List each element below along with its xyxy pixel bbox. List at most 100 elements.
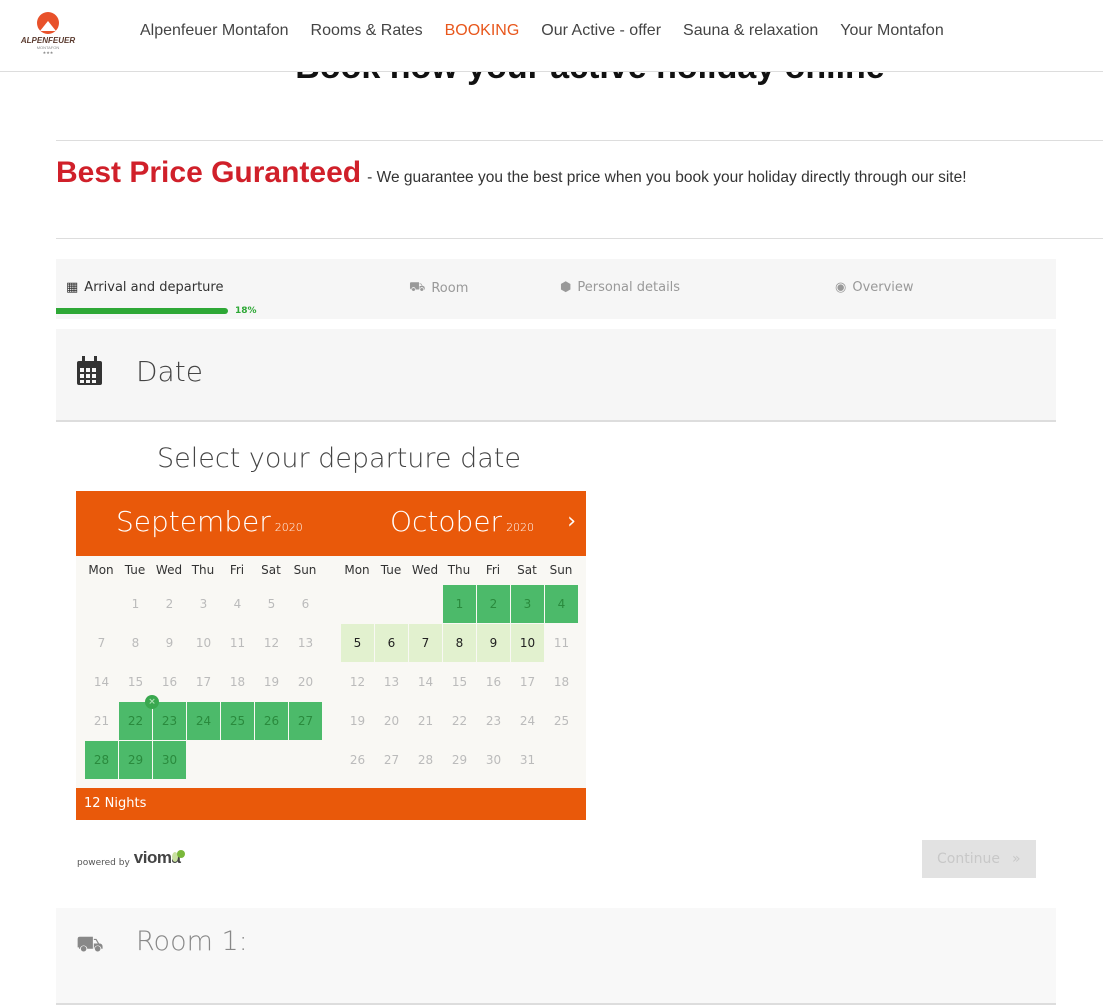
day-cell: 5 xyxy=(267,597,276,611)
day-cell[interactable]: 7 xyxy=(409,624,442,662)
weekday-header: Mon xyxy=(344,563,370,577)
day-cell[interactable]: 5 xyxy=(341,624,374,662)
nav-your-montafon[interactable]: Your Montafon xyxy=(840,22,943,40)
day-cell: 1 xyxy=(131,597,140,611)
day-cell: 28 xyxy=(417,753,434,767)
day-cell: 21 xyxy=(93,714,110,728)
day-cell: 31 xyxy=(519,753,536,767)
progress-label: 18% xyxy=(235,306,257,316)
day-cell[interactable]: 30 xyxy=(153,741,186,779)
day-cell[interactable]: 3 xyxy=(511,585,544,623)
progress-bar xyxy=(56,308,229,314)
logo-stars: ★★★ xyxy=(42,50,54,55)
nav-rooms-rates[interactable]: Rooms & Rates xyxy=(311,22,423,40)
day-cell: 3 xyxy=(199,597,208,611)
weekday-header: Fri xyxy=(229,563,245,577)
calendar-header: September 2020 October 2020 › xyxy=(76,491,586,556)
double-chevron-icon: » xyxy=(1011,851,1021,867)
day-cell: 16 xyxy=(161,675,178,689)
nights-count: 12 Nights xyxy=(76,788,586,820)
day-cell: 4 xyxy=(233,597,242,611)
day-cell: 14 xyxy=(417,675,434,689)
weekday-header: Sun xyxy=(293,563,317,577)
day-cell: 20 xyxy=(383,714,400,728)
day-cell: 24 xyxy=(519,714,536,728)
day-cell[interactable]: 27 xyxy=(289,702,322,740)
day-cell: 11 xyxy=(553,636,570,650)
day-cell: 29 xyxy=(451,753,468,767)
tag-icon: ⬢ xyxy=(560,280,572,295)
weekday-header: Tue xyxy=(124,563,146,577)
weekday-header: Wed xyxy=(155,563,183,577)
best-price-banner: Best Price Guranteed - We guarantee you t… xyxy=(56,156,967,190)
step-personal-details[interactable]: ⬢ Personal details xyxy=(560,280,680,295)
day-cell[interactable]: 25 xyxy=(221,702,254,740)
day-cell[interactable]: 4 xyxy=(545,585,578,623)
nav-active-offer[interactable]: Our Active - offer xyxy=(541,22,661,40)
month-title-october: October 2020 xyxy=(390,505,535,538)
day-cell: 25 xyxy=(553,714,570,728)
day-cell: 20 xyxy=(297,675,314,689)
powered-by-text: powered by xyxy=(77,858,130,868)
select-prompt: Select your departure date xyxy=(157,443,521,474)
step-room[interactable]: ⛟ Room xyxy=(409,280,468,297)
date-section-header: Date xyxy=(56,329,1056,422)
day-cell[interactable]: 24 xyxy=(187,702,220,740)
day-cell: 7 xyxy=(97,636,106,650)
day-cell[interactable]: 2 xyxy=(477,585,510,623)
nav-alpenfeuer-montafon[interactable]: Alpenfeuer Montafon xyxy=(140,22,289,40)
booking-steps: ▦ Arrival and departure ⛟ Room ⬢ Personal d… xyxy=(56,259,1056,319)
day-cell: 12 xyxy=(349,675,366,689)
day-cell: 2 xyxy=(165,597,174,611)
room-section-header: ⛟ Room 1: xyxy=(56,908,1056,1005)
day-cell: 13 xyxy=(383,675,400,689)
day-cell: 18 xyxy=(553,675,570,689)
day-cell[interactable]: 28 xyxy=(85,741,118,779)
day-cell: 19 xyxy=(263,675,280,689)
day-cell[interactable]: 23 xyxy=(153,702,186,740)
day-cell[interactable]: 9 xyxy=(477,624,510,662)
day-cell[interactable]: 29 xyxy=(119,741,152,779)
weekday-header: Sat xyxy=(261,563,281,577)
vioma-leaf-icon xyxy=(172,850,185,862)
day-cell: 26 xyxy=(349,753,366,767)
day-cell[interactable]: 1 xyxy=(443,585,476,623)
calendar-icon: ▦ xyxy=(66,280,79,295)
step-arrival-departure[interactable]: ▦ Arrival and departure xyxy=(66,280,223,295)
day-cell[interactable]: 6 xyxy=(375,624,408,662)
next-month-icon[interactable]: › xyxy=(567,509,576,534)
day-cell: 11 xyxy=(229,636,246,650)
step-label: Room xyxy=(431,281,469,296)
day-cell[interactable]: 10 xyxy=(511,624,544,662)
day-cell: 14 xyxy=(93,675,110,689)
powered-by: powered by vioma xyxy=(77,848,181,868)
best-price-heading: Best Price Guranteed xyxy=(56,156,362,189)
day-cell: 8 xyxy=(131,636,140,650)
day-cell: 16 xyxy=(485,675,502,689)
step-overview[interactable]: ◉ Overview xyxy=(835,280,914,295)
weekday-header: Fri xyxy=(485,563,501,577)
day-cell: 6 xyxy=(301,597,310,611)
site-header: ALPENFEUER MONTAFON ★★★ Alpenfeuer Monta… xyxy=(0,0,1103,72)
nav-sauna[interactable]: Sauna & relaxation xyxy=(683,22,818,40)
month-title-september: September 2020 xyxy=(116,505,303,538)
logo[interactable]: ALPENFEUER MONTAFON ★★★ xyxy=(20,12,76,55)
eye-icon: ◉ xyxy=(835,280,847,295)
day-cell: 15 xyxy=(451,675,468,689)
date-picker: September 2020 October 2020 › 12 Nights Mo… xyxy=(76,491,586,820)
day-cell: 13 xyxy=(297,636,314,650)
day-cell: 12 xyxy=(263,636,280,650)
room-section-title: Room 1: xyxy=(136,926,248,957)
day-cell[interactable]: 8 xyxy=(443,624,476,662)
continue-button[interactable]: Continue» xyxy=(922,840,1036,878)
day-cell: 30 xyxy=(485,753,502,767)
day-cell: 17 xyxy=(195,675,212,689)
weekday-header: Mon xyxy=(88,563,114,577)
remove-arrival-icon[interactable]: × xyxy=(145,695,159,709)
day-cell[interactable]: 26 xyxy=(255,702,288,740)
calendar-icon xyxy=(77,356,102,385)
weekday-header: Thu xyxy=(191,563,215,577)
best-price-text: - We guarantee you the best price when y… xyxy=(367,169,967,186)
day-cell: 21 xyxy=(417,714,434,728)
nav-booking[interactable]: BOOKING xyxy=(445,22,520,40)
